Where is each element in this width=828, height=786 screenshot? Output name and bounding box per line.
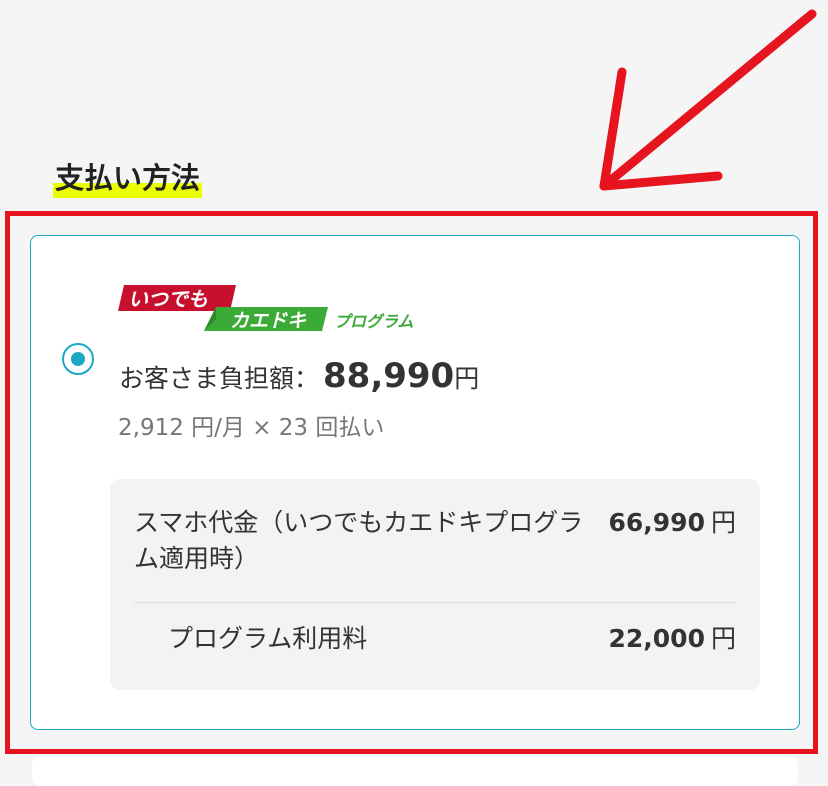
annotation-highlight-frame <box>5 211 818 754</box>
next-payment-option-card[interactable] <box>32 756 798 786</box>
section-title: 支払い方法 <box>53 158 203 198</box>
